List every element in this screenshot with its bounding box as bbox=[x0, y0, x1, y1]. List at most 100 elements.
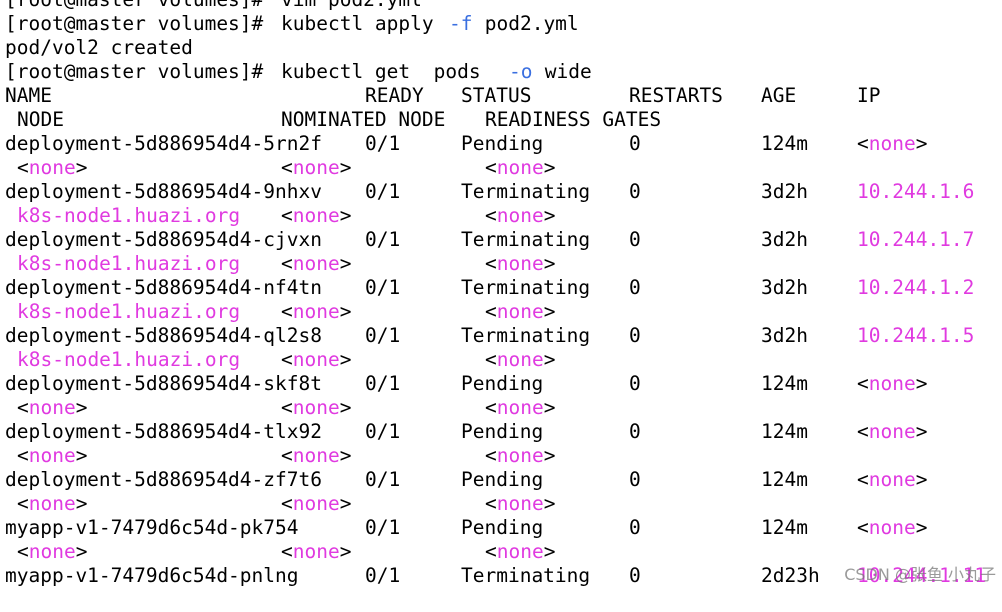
pod-age: 124m bbox=[761, 516, 808, 539]
table-row-continuation: k8s-node1.huazi.org <none> <none> bbox=[5, 348, 1002, 372]
pod-readiness: <none> bbox=[485, 348, 556, 371]
pod-restarts: 0 bbox=[629, 468, 641, 491]
pod-node: k8s-node1.huazi.org bbox=[17, 252, 241, 275]
shell-prompt: [root@master volumes]# bbox=[5, 60, 276, 83]
pod-ready: 0/1 bbox=[365, 324, 401, 347]
command-text: kubectl get pods bbox=[281, 60, 505, 83]
header-ready: READY bbox=[365, 84, 424, 107]
table-header: NAME READY STATUS RESTARTS AGE IP bbox=[5, 84, 1002, 108]
table-row: myapp-v1-7479d6c54d-pk754 0/1 Pending 0 124m… bbox=[5, 516, 1002, 540]
output-text: pod/vol2 created bbox=[5, 36, 193, 59]
pod-node: k8s-node1.huazi.org bbox=[17, 300, 241, 323]
pod-readiness: <none> bbox=[485, 492, 556, 515]
pod-name: deployment-5d886954d4-cjvxn bbox=[5, 228, 322, 251]
pod-name: deployment-5d886954d4-zf7t6 bbox=[5, 468, 322, 491]
pod-status: Pending bbox=[461, 420, 544, 443]
header-name: NAME bbox=[5, 84, 52, 107]
pod-name: deployment-5d886954d4-5rn2f bbox=[5, 132, 322, 155]
pod-readiness: <none> bbox=[485, 540, 556, 563]
pod-nominated: <none> bbox=[281, 300, 352, 323]
pod-node: <none> bbox=[17, 492, 88, 515]
terminal-window[interactable]: [root@master volumes]# vim pod2.yml [roo… bbox=[5, 0, 1002, 612]
pod-status: Pending bbox=[461, 132, 544, 155]
pod-status: Terminating bbox=[461, 324, 591, 347]
pod-restarts: 0 bbox=[629, 372, 641, 395]
table-row: deployment-5d886954d4-tlx92 0/1 Pending 0 12… bbox=[5, 420, 1002, 444]
pod-name: myapp-v1-7479d6c54d-pk754 bbox=[5, 516, 299, 539]
table-row: deployment-5d886954d4-zf7t6 0/1 Pending 0 12… bbox=[5, 468, 1002, 492]
pod-status: Pending bbox=[461, 372, 544, 395]
pod-status: Terminating bbox=[461, 228, 591, 251]
pod-ready: 0/1 bbox=[365, 180, 401, 203]
command-text: vim pod2.yml bbox=[281, 0, 422, 12]
pod-ip: <none> bbox=[857, 132, 928, 155]
pod-ready: 0/1 bbox=[365, 276, 401, 299]
command-output: pod/vol2 created bbox=[5, 36, 1002, 60]
pod-status: Terminating bbox=[461, 564, 591, 587]
table-row-continuation: <none> <none> <none> bbox=[5, 444, 1002, 468]
table-row: deployment-5d886954d4-cjvxn 0/1 Terminatin… bbox=[5, 228, 1002, 252]
pod-readiness: <none> bbox=[485, 204, 556, 227]
pod-readiness: <none> bbox=[485, 156, 556, 179]
pod-ready: 0/1 bbox=[365, 420, 401, 443]
pod-ready: 0/1 bbox=[365, 516, 401, 539]
pod-name: deployment-5d886954d4-nf4tn bbox=[5, 276, 322, 299]
watermark: CSDN @张鱼 小丸子 bbox=[844, 565, 996, 584]
pod-ip: <none> bbox=[857, 516, 928, 539]
pod-ready: 0/1 bbox=[365, 468, 401, 491]
pod-ip: 10.244.1.5 bbox=[857, 324, 975, 347]
table-header: NODE NOMINATED NODE READINESS GATES bbox=[5, 108, 1002, 132]
header-nominated-node: NOMINATED NODE bbox=[281, 108, 446, 131]
header-readiness-gates: READINESS GATES bbox=[485, 108, 662, 131]
pod-node: <none> bbox=[17, 444, 88, 467]
pod-age: 124m bbox=[761, 372, 808, 395]
pod-ready: 0/1 bbox=[365, 564, 401, 587]
pod-name: deployment-5d886954d4-tlx92 bbox=[5, 420, 322, 443]
shell-prompt: [root@master volumes]# bbox=[5, 0, 275, 12]
table-row-continuation: k8s-node1.huazi.org <none> <none> bbox=[5, 252, 1002, 276]
pod-nominated: <none> bbox=[281, 540, 352, 563]
pod-age: 3d2h bbox=[761, 228, 808, 251]
header-restarts: RESTARTS bbox=[629, 84, 723, 107]
pod-table-body: deployment-5d886954d4-5rn2f 0/1 Pending 0 12… bbox=[5, 132, 1002, 612]
pod-node: k8s-node1.huazi.org bbox=[17, 204, 241, 227]
pod-ip: 10.244.1.7 bbox=[857, 228, 975, 251]
pod-age: 3d2h bbox=[761, 180, 808, 203]
pod-restarts: 0 bbox=[629, 324, 641, 347]
pod-nominated: <none> bbox=[281, 348, 352, 371]
pod-status: Pending bbox=[461, 516, 544, 539]
pod-ip: 10.244.1.6 bbox=[857, 180, 975, 203]
pod-restarts: 0 bbox=[629, 420, 641, 443]
pod-age: 124m bbox=[761, 132, 808, 155]
pod-readiness: <none> bbox=[485, 252, 556, 275]
table-row-continuation: <none> <none> <none> bbox=[5, 156, 1002, 180]
pod-age: 2d23h bbox=[761, 564, 820, 587]
table-row-continuation: k8s-node1.huazi.org <none> <none> bbox=[5, 204, 1002, 228]
pod-restarts: 0 bbox=[629, 276, 641, 299]
pod-ip: 10.244.1.2 bbox=[857, 276, 975, 299]
pod-nominated: <none> bbox=[281, 252, 352, 275]
pod-node: <none> bbox=[17, 396, 88, 419]
command-text: kubectl apply bbox=[281, 12, 446, 35]
table-row-continuation bbox=[5, 588, 1002, 612]
command-line: [root@master volumes]# vim pod2.yml bbox=[5, 0, 1002, 12]
pod-node: k8s-node1.huazi.org bbox=[17, 348, 241, 371]
pod-nominated: <none> bbox=[281, 492, 352, 515]
command-option: -o bbox=[509, 60, 533, 83]
pod-nominated: <none> bbox=[281, 444, 352, 467]
table-row-continuation: <none> <none> <none> bbox=[5, 396, 1002, 420]
pod-restarts: 0 bbox=[629, 564, 641, 587]
header-ip: IP bbox=[857, 84, 881, 107]
pod-restarts: 0 bbox=[629, 132, 641, 155]
pod-status: Terminating bbox=[461, 276, 591, 299]
table-row: deployment-5d886954d4-nf4tn 0/1 Terminatin… bbox=[5, 276, 1002, 300]
pod-ip: <none> bbox=[857, 372, 928, 395]
pod-readiness: <none> bbox=[485, 300, 556, 323]
pod-nominated: <none> bbox=[281, 156, 352, 179]
pod-name: deployment-5d886954d4-skf8t bbox=[5, 372, 322, 395]
pod-nominated: <none> bbox=[281, 396, 352, 419]
pod-ip: <none> bbox=[857, 420, 928, 443]
header-status: STATUS bbox=[461, 84, 532, 107]
pod-ready: 0/1 bbox=[365, 228, 401, 251]
pod-readiness: <none> bbox=[485, 396, 556, 419]
